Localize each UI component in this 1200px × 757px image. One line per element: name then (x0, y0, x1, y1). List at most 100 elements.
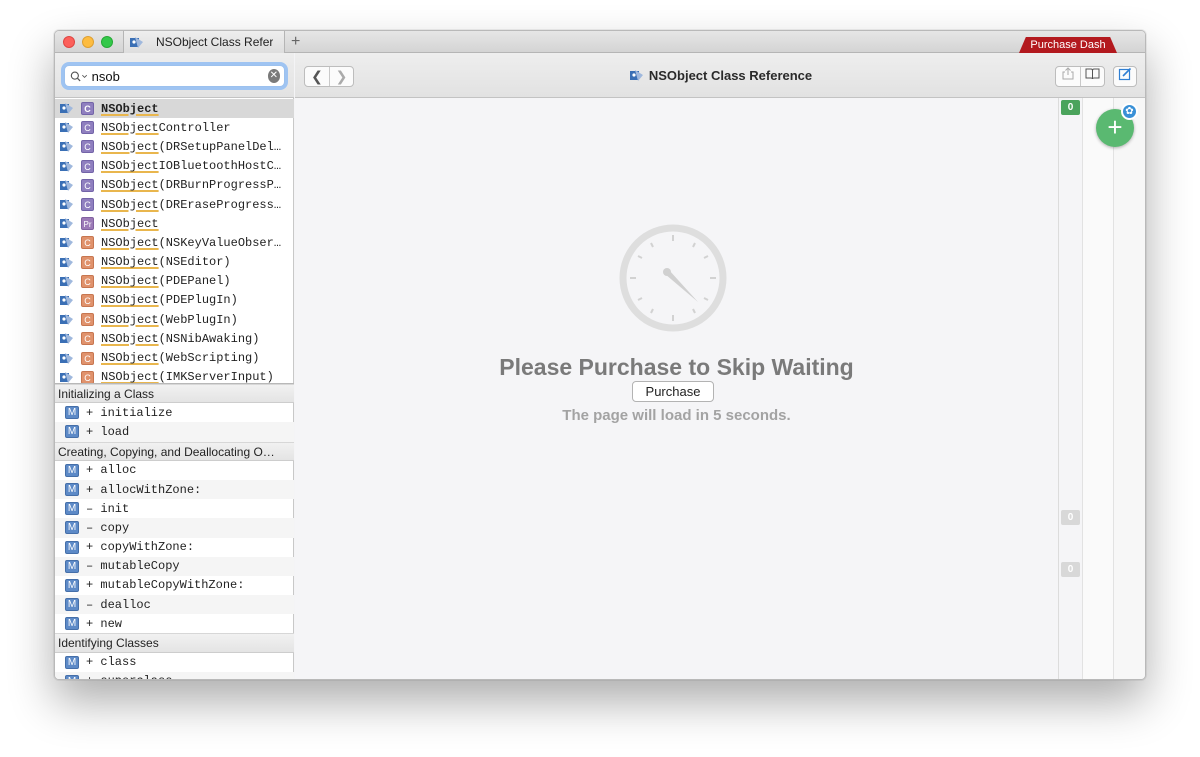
toc-item[interactable]: M – init (55, 499, 294, 518)
docset-icon (60, 294, 73, 306)
toc-item[interactable]: M – copy (55, 518, 294, 538)
clock-icon (619, 224, 727, 332)
zoom-window-button[interactable] (101, 36, 113, 48)
toc-section-items: M + class M + superclass (55, 653, 294, 679)
toolbar-right-group (1055, 66, 1105, 87)
result-match: NSObject (101, 312, 159, 327)
result-match: NSObject (101, 293, 159, 308)
result-match: NSObject (101, 159, 159, 174)
table-of-contents: Initializing a Class M + initialize M + load… (55, 383, 294, 679)
docset-icon (60, 199, 73, 211)
result-row[interactable]: C NSObject Controller (55, 118, 294, 137)
result-row[interactable]: C NSObject (NSKeyValueObser… (55, 233, 294, 252)
method-badge: M (65, 655, 79, 669)
clear-icon[interactable]: ✕ (267, 69, 280, 83)
docset-icon (60, 237, 73, 249)
toc-item[interactable]: M + alloc (55, 461, 294, 480)
result-row[interactable]: C NSObject (DREraseProgress… (55, 195, 294, 214)
result-row[interactable]: C NSObject (DRBurnProgressP… (55, 176, 294, 195)
toc-item-label: + load (86, 424, 130, 439)
toc-item[interactable]: M – mutableCopy (55, 556, 294, 576)
toc-section-items: M + alloc M + allocWithZone: M – init M – copy M… (55, 461, 294, 634)
type-badge: C (81, 198, 94, 212)
result-row[interactable]: C NSObject (55, 99, 294, 119)
toc-item[interactable]: M + class (55, 653, 294, 672)
results-list: C NSObject C NSObject Controller C NSObject (DR… (55, 99, 294, 383)
result-match: NSObject (101, 139, 159, 154)
result-row[interactable]: C NSObject (WebScripting) (55, 348, 294, 367)
close-window-button[interactable] (63, 36, 75, 48)
docset-icon (60, 371, 73, 383)
toc-item-label: + allocWithZone: (86, 482, 202, 497)
result-row[interactable]: C NSObject (WebPlugIn) (55, 310, 294, 329)
annotate-button[interactable] (1113, 66, 1137, 87)
toc-item[interactable]: M + load (55, 422, 294, 442)
tab-nsobject[interactable]: NSObject Class Refer (123, 31, 285, 53)
method-badge: M (65, 483, 79, 497)
method-badge: M (65, 502, 79, 516)
result-match: NSObject (101, 235, 159, 250)
toc-section-header[interactable]: Identifying Classes (55, 633, 294, 653)
purchase-button[interactable]: Purchase (632, 381, 714, 402)
method-badge: M (65, 521, 79, 535)
purchase-dash-button[interactable]: Purchase Dash (1019, 37, 1117, 53)
result-match: NSObject (101, 216, 159, 231)
minimize-window-button[interactable] (82, 36, 94, 48)
toc-item[interactable]: M + allocWithZone: (55, 479, 294, 500)
toc-section-header[interactable]: Initializing a Class (55, 384, 294, 404)
method-badge: M (65, 540, 79, 554)
result-row[interactable]: C NSObject (NSEditor) (55, 253, 294, 272)
gear-icon[interactable]: ✿ (1121, 103, 1138, 120)
result-suffix: (PDEPanel) (158, 274, 231, 289)
toc-item[interactable]: M + mutableCopyWithZone: (55, 576, 294, 595)
result-row[interactable]: C NSObject (NSNibAwaking) (55, 329, 294, 348)
method-badge: M (65, 463, 79, 477)
docset-icon (60, 314, 73, 326)
result-suffix: (DREraseProgress… (158, 197, 282, 212)
toc-item[interactable]: M + copyWithZone: (55, 538, 294, 557)
result-row[interactable]: C NSObject (IMKServerInput) (55, 368, 294, 383)
result-row[interactable]: Pr NSObject (55, 214, 294, 233)
result-row[interactable]: C NSObject (DRSetupPanelDel… (55, 137, 294, 156)
search-input[interactable] (91, 68, 268, 84)
app-window: NSObject Class Refer + Purchase Dash ✕ C… (54, 30, 1146, 680)
toc-item-label: + class (86, 655, 137, 670)
result-suffix: (NSNibAwaking) (158, 331, 260, 346)
type-badge: C (81, 274, 94, 288)
type-badge: C (81, 351, 94, 365)
result-row[interactable]: C NSObject (PDEPanel) (55, 272, 294, 291)
forward-button[interactable]: ❯ (329, 67, 353, 86)
result-row[interactable]: C NSObject IOBluetoothHostC… (55, 157, 294, 176)
toc-item[interactable]: M + superclass (55, 671, 294, 679)
type-badge: C (81, 332, 94, 346)
annotation-count-badge[interactable]: 0 (1061, 510, 1080, 525)
result-match: NSObject (101, 331, 159, 346)
result-row[interactable]: C NSObject (PDEPlugIn) (55, 291, 294, 310)
navigation-buttons: ❮ ❯ (304, 66, 354, 87)
docset-icon (60, 333, 73, 345)
search-field[interactable]: ✕ (64, 65, 285, 87)
toc-item[interactable]: M – dealloc (55, 595, 294, 615)
type-badge: C (81, 178, 94, 192)
annotation-count-badge[interactable]: 0 (1061, 100, 1080, 115)
back-button[interactable]: ❮ (305, 67, 329, 86)
annotate-icon (1118, 67, 1132, 81)
magnifier-icon[interactable] (70, 70, 88, 83)
book-icon (1085, 68, 1100, 80)
search-bar: ✕ (55, 53, 294, 98)
toolbar: NSObject Class Reference ❮ ❯ (295, 53, 1145, 98)
type-badge: C (81, 370, 94, 383)
share-button[interactable] (1056, 67, 1080, 86)
toc-item[interactable]: M + new (55, 614, 294, 633)
toc-item[interactable]: M + initialize (55, 403, 294, 422)
type-badge: C (81, 102, 94, 116)
type-badge: C (81, 140, 94, 154)
result-match: NSObject (101, 370, 159, 383)
docset-icon (60, 256, 73, 268)
toc-item-label: + alloc (86, 463, 137, 478)
bookmark-button[interactable] (1080, 67, 1104, 86)
annotation-count-badge[interactable]: 0 (1061, 562, 1080, 577)
type-badge: C (81, 121, 94, 135)
new-tab-button[interactable]: + (291, 32, 300, 52)
toc-section-header[interactable]: Creating, Copying, and Deallocating O… (55, 441, 294, 461)
